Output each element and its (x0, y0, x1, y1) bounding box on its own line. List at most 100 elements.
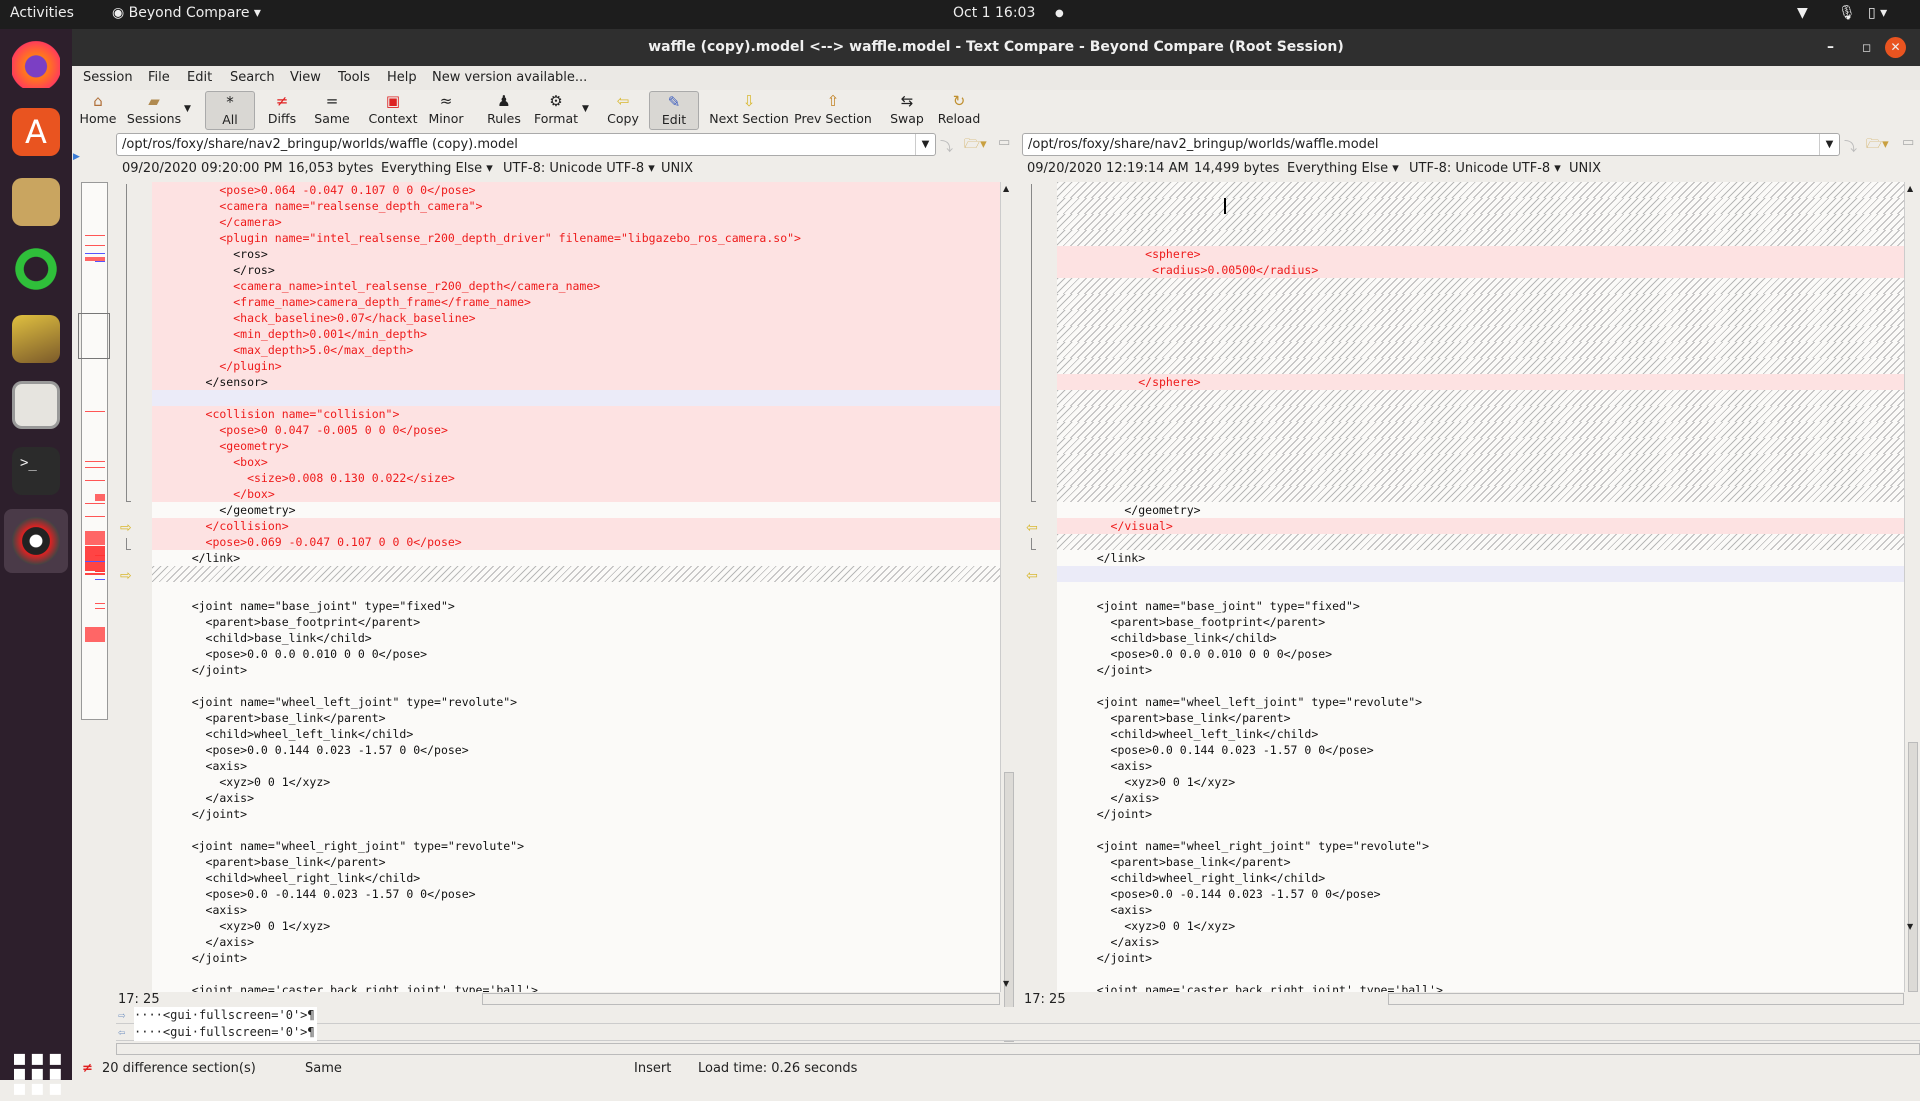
next-section-button[interactable]: ⇩ Next Section (705, 91, 793, 130)
home-button[interactable]: ⌂ Home (76, 91, 121, 130)
right-open-folder-icon[interactable]: 🗁▾ (1866, 135, 1889, 157)
left-text-line[interactable]: </geometry> (152, 502, 1000, 518)
left-text-line[interactable]: <pose>0.0 -0.144 0.023 -1.57 0 0</pose> (152, 886, 1000, 902)
right-text-line[interactable] (1057, 390, 1904, 406)
right-text-pane[interactable]: ⇦ ⇦ <sphere> <radius>0.00500</radius> </… (1022, 182, 1904, 992)
left-text-line[interactable]: <plugin name="intel_realsense_r200_depth… (152, 230, 1000, 246)
right-text-line[interactable] (1057, 406, 1904, 422)
software-center-icon[interactable]: A (12, 108, 60, 156)
left-text-line[interactable]: <hack_baseline>0.07</hack_baseline> (152, 310, 1000, 326)
copy-to-left-arrow-icon[interactable]: ⇦ (1026, 569, 1038, 583)
minor-button[interactable]: ≈ Minor (425, 91, 468, 130)
all-button[interactable]: * All (205, 91, 255, 130)
left-text-line[interactable]: </joint> (152, 950, 1000, 966)
left-text-line[interactable]: <collision name="collision"> (152, 406, 1000, 422)
swap-button[interactable]: ⇆ Swap (886, 91, 928, 130)
right-format-select[interactable]: Everything Else ▾ (1287, 161, 1399, 176)
left-text-line[interactable]: <joint name='caster_back_right_joint' ty… (152, 982, 1000, 992)
left-open-folder-icon[interactable]: 🗁▾ (964, 135, 987, 157)
left-text-line[interactable]: <geometry> (152, 438, 1000, 454)
beyond-compare-icon[interactable] (12, 517, 60, 565)
right-text-line[interactable]: </visual> (1057, 518, 1904, 534)
right-path-history-dropdown[interactable]: ▼ (1819, 134, 1839, 155)
left-text-line[interactable]: <parent>base_footprint</parent> (152, 614, 1000, 630)
right-text-line[interactable] (1057, 326, 1904, 342)
left-text-line[interactable]: </axis> (152, 934, 1000, 950)
menu-search[interactable]: Search (230, 70, 275, 85)
left-text-line[interactable] (152, 566, 1000, 582)
left-text-line[interactable] (152, 582, 1000, 598)
format-dropdown-icon[interactable]: ▼ (582, 104, 589, 114)
right-text-line[interactable] (1057, 454, 1904, 470)
rules-button[interactable]: ♟ Rules (483, 91, 525, 130)
right-text-line[interactable] (1057, 278, 1904, 294)
left-text-line[interactable]: <parent>base_link</parent> (152, 710, 1000, 726)
copy-to-right-arrow-icon[interactable]: ⇨ (120, 521, 132, 535)
right-text-line[interactable] (1057, 438, 1904, 454)
left-text-line[interactable]: <pose>0.0 0.0 0.010 0 0 0</pose> (152, 646, 1000, 662)
left-text-line[interactable]: <xyz>0 0 1</xyz> (152, 774, 1000, 790)
cleaner-icon[interactable] (12, 315, 60, 363)
right-text-line[interactable]: </axis> (1057, 934, 1904, 950)
wifi-icon[interactable]: ▼ (1797, 5, 1808, 21)
right-text-line[interactable] (1057, 358, 1904, 374)
left-refresh-icon[interactable]: ⤵ (940, 136, 953, 155)
right-text-line[interactable]: <xyz>0 0 1</xyz> (1057, 774, 1904, 790)
left-text-line[interactable]: <child>wheel_right_link</child> (152, 870, 1000, 886)
right-text-line[interactable]: <pose>0.0 0.144 0.023 -1.57 0 0</pose> (1057, 742, 1904, 758)
left-text-line[interactable]: <joint name="base_joint" type="fixed"> (152, 598, 1000, 614)
left-text-line[interactable]: <ros> (152, 246, 1000, 262)
right-eol[interactable]: UNIX (1569, 161, 1601, 176)
left-text-line[interactable]: </joint> (152, 662, 1000, 678)
menu-tools[interactable]: Tools (338, 70, 370, 85)
right-horizontal-scrollbar[interactable] (1388, 993, 1904, 1005)
close-button[interactable]: ✕ (1885, 37, 1906, 58)
scroll-up-icon[interactable]: ▲ (1907, 184, 1913, 193)
right-text-line[interactable]: </sphere> (1057, 374, 1904, 390)
right-text-line[interactable]: </joint> (1057, 806, 1904, 822)
right-text-line[interactable] (1057, 534, 1904, 550)
line-compare-horizontal-scrollbar[interactable] (116, 1043, 1920, 1055)
left-text-line[interactable]: <axis> (152, 902, 1000, 918)
right-text-line[interactable]: </joint> (1057, 662, 1904, 678)
sessions-dropdown-icon[interactable]: ▼ (184, 104, 191, 114)
left-text-line[interactable]: </joint> (152, 806, 1000, 822)
left-text-line[interactable]: <pose>0.069 -0.047 0.107 0 0 0</pose> (152, 534, 1000, 550)
left-text-line[interactable]: <pose>0 0.047 -0.005 0 0 0</pose> (152, 422, 1000, 438)
left-save-icon[interactable]: ▭ (998, 135, 1010, 150)
left-text-line[interactable]: <min_depth>0.001</min_depth> (152, 326, 1000, 342)
left-format-select[interactable]: Everything Else ▾ (381, 161, 493, 176)
scroll-up-icon[interactable]: ▲ (1003, 184, 1009, 193)
left-path-history-dropdown[interactable]: ▼ (915, 134, 935, 155)
left-text-line[interactable]: <size>0.008 0.130 0.022</size> (152, 470, 1000, 486)
right-text-line[interactable] (1057, 566, 1904, 582)
right-text-line[interactable] (1057, 582, 1904, 598)
edit-button[interactable]: ✎ Edit (649, 91, 699, 130)
left-text-line[interactable] (152, 390, 1000, 406)
left-text-line[interactable]: </box> (152, 486, 1000, 502)
difference-overview-map[interactable] (78, 182, 110, 720)
left-text-line[interactable]: <child>base_link</child> (152, 630, 1000, 646)
new-version-link[interactable]: New version available... (432, 70, 587, 85)
menu-view[interactable]: View (290, 70, 321, 85)
left-text-pane[interactable]: ⇨ ⇨ <pose>0.064 -0.047 0.107 0 0 0</pose… (116, 182, 1000, 992)
left-horizontal-scrollbar[interactable] (482, 993, 1000, 1005)
right-text-line[interactable]: <xyz>0 0 1</xyz> (1057, 918, 1904, 934)
right-text-line[interactable] (1057, 182, 1904, 198)
sync-icon[interactable] (12, 245, 60, 293)
right-text-line[interactable]: <parent>base_link</parent> (1057, 710, 1904, 726)
left-text-line[interactable]: <child>wheel_left_link</child> (152, 726, 1000, 742)
left-text-line[interactable] (152, 966, 1000, 982)
left-text-line[interactable]: <axis> (152, 758, 1000, 774)
right-text-line[interactable] (1057, 310, 1904, 326)
left-vertical-scrollbar[interactable]: ▲ ▼ (1000, 182, 1016, 1042)
left-text-line[interactable]: <joint name="wheel_left_joint" type="rev… (152, 694, 1000, 710)
right-path-input[interactable]: /opt/ros/foxy/share/nav2_bringup/worlds/… (1022, 133, 1840, 156)
right-text-line[interactable] (1057, 678, 1904, 694)
menu-session[interactable]: Session (83, 70, 133, 85)
diffs-button[interactable]: ≠ Diffs (264, 91, 300, 130)
right-text-line[interactable]: <pose>0.0 -0.144 0.023 -1.57 0 0</pose> (1057, 886, 1904, 902)
left-text-line[interactable]: <camera name="realsense_depth_camera"> (152, 198, 1000, 214)
right-save-icon[interactable]: ▭ (1902, 135, 1914, 150)
same-button[interactable]: = Same (310, 91, 353, 130)
